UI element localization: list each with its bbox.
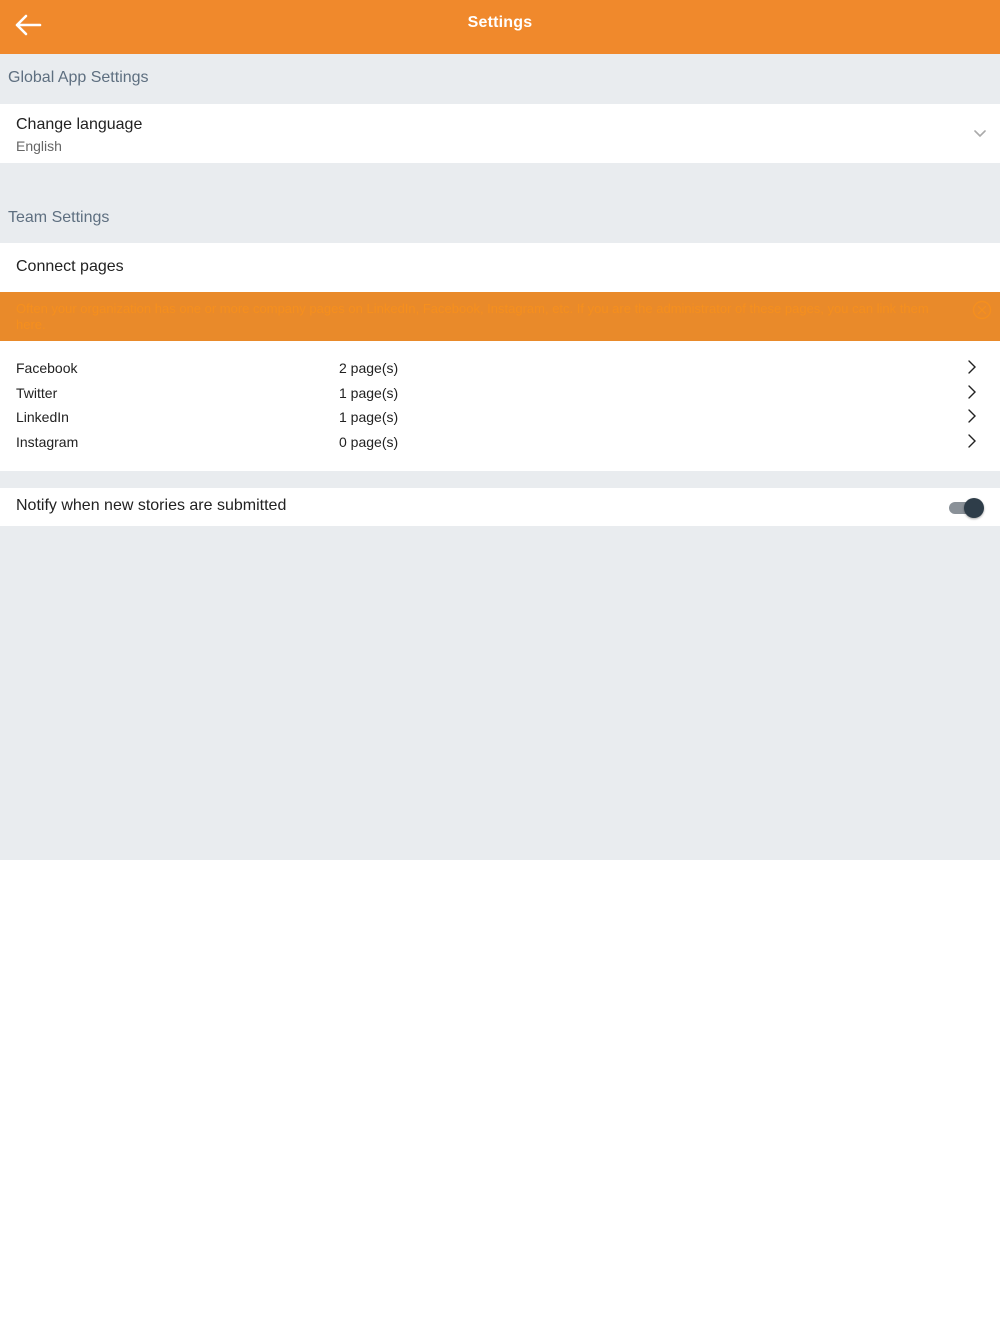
close-banner-button[interactable] bbox=[972, 300, 992, 320]
team-settings-heading: Team Settings bbox=[8, 209, 110, 226]
change-language-row[interactable]: Change language English bbox=[0, 104, 1000, 163]
chevron-right-icon bbox=[968, 385, 976, 399]
chevron-right-icon bbox=[968, 434, 976, 448]
connect-pages-row: Connect pages bbox=[0, 243, 1000, 292]
list-item-twitter[interactable]: Twitter 1 page(s) bbox=[0, 381, 1000, 406]
arrow-left-icon bbox=[15, 14, 42, 36]
page-count: 1 page(s) bbox=[339, 385, 399, 401]
notify-stories-row: Notify when new stories are submitted bbox=[0, 488, 1000, 526]
global-settings-heading: Global App Settings bbox=[8, 69, 149, 86]
info-banner-text: Often your organization has one or more … bbox=[16, 301, 929, 332]
chevron-down-icon bbox=[974, 130, 986, 138]
toggle-knob bbox=[964, 498, 984, 518]
network-name: Twitter bbox=[16, 385, 58, 401]
selected-language-value: English bbox=[16, 138, 62, 154]
notify-stories-label: Notify when new stories are submitted bbox=[16, 497, 287, 514]
list-item-instagram[interactable]: Instagram 0 page(s) bbox=[0, 430, 1000, 455]
list-item-linkedin[interactable]: LinkedIn 1 page(s) bbox=[0, 405, 1000, 430]
chevron-right-icon bbox=[968, 360, 976, 374]
network-name: Instagram bbox=[16, 434, 79, 450]
page-count: 2 page(s) bbox=[339, 360, 399, 376]
notify-stories-toggle[interactable] bbox=[948, 497, 984, 518]
change-language-label: Change language bbox=[16, 116, 143, 133]
page-title: Settings bbox=[467, 14, 533, 31]
app-header: Settings bbox=[0, 0, 1000, 54]
connect-pages-label: Connect pages bbox=[16, 258, 124, 275]
network-name: LinkedIn bbox=[16, 409, 69, 425]
list-item-facebook[interactable]: Facebook 2 page(s) bbox=[0, 356, 1000, 381]
network-name: Facebook bbox=[16, 360, 78, 376]
back-button[interactable] bbox=[10, 9, 46, 41]
page-count: 0 page(s) bbox=[339, 434, 399, 450]
page-count: 1 page(s) bbox=[339, 409, 399, 425]
connected-pages-list: Facebook 2 page(s) Twitter 1 page(s) Lin… bbox=[0, 341, 1000, 471]
info-banner: Often your organization has one or more … bbox=[0, 292, 1000, 341]
close-circle-icon bbox=[972, 300, 992, 320]
chevron-right-icon bbox=[968, 409, 976, 423]
